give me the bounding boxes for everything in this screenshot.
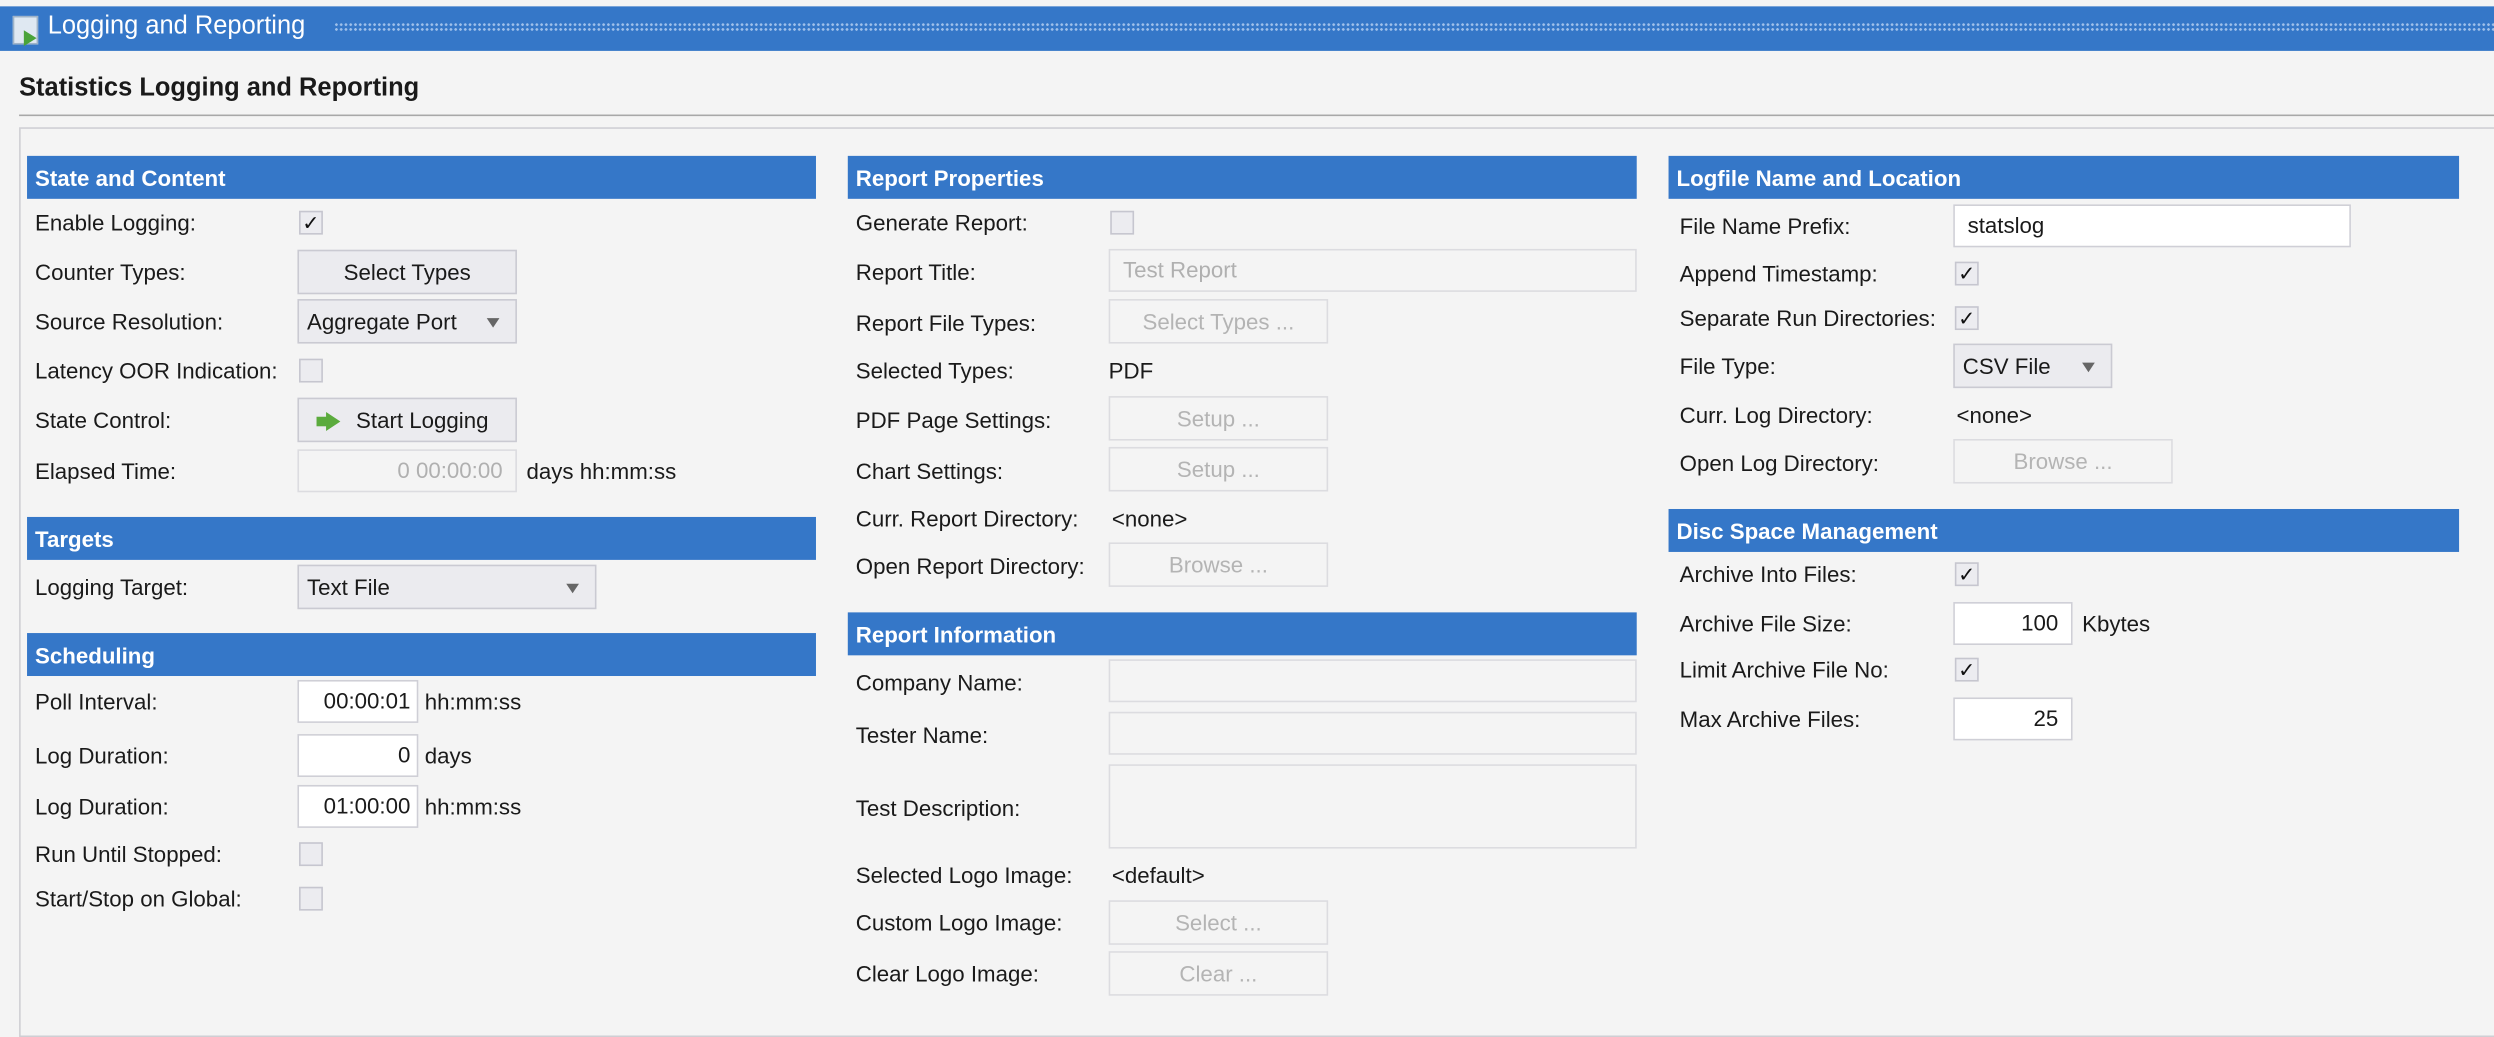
company-name-label: Company Name: bbox=[855, 669, 1023, 696]
start-logging-button[interactable]: Start Logging bbox=[297, 397, 517, 443]
run-until-stopped-label: Run Until Stopped: bbox=[34, 841, 222, 867]
test-description-textarea[interactable] bbox=[1108, 764, 1637, 849]
source-resolution-label: Source Resolution: bbox=[34, 308, 224, 335]
clear-logo-button[interactable]: Clear ... bbox=[1108, 951, 1329, 996]
logging-target-dropdown[interactable]: Text File bbox=[297, 564, 597, 610]
section-report-information: Report Information bbox=[847, 612, 1637, 656]
log-duration-time-label: Log Duration: bbox=[34, 793, 169, 820]
append-timestamp-checkbox[interactable]: ✓ bbox=[1954, 261, 1979, 286]
source-resolution-value: Aggregate Port bbox=[306, 308, 457, 335]
section-scheduling: Scheduling bbox=[27, 633, 816, 677]
source-resolution-dropdown[interactable]: Aggregate Port bbox=[297, 299, 517, 344]
start-logging-label: Start Logging bbox=[356, 407, 489, 433]
archive-into-files-label: Archive Into Files: bbox=[1679, 561, 1857, 587]
pdf-setup-button[interactable]: Setup ... bbox=[1108, 396, 1329, 441]
file-type-value: CSV File bbox=[1962, 353, 2051, 379]
report-file-types-label: Report File Types: bbox=[855, 310, 1037, 336]
file-type-dropdown[interactable]: CSV File bbox=[1953, 343, 2113, 389]
run-until-stopped-checkbox[interactable] bbox=[299, 842, 323, 867]
logging-reporting-window: Logging and Reporting Statistics Logging… bbox=[0, 0, 2494, 1037]
archive-file-size-input[interactable]: 100 bbox=[1953, 602, 2073, 645]
clear-logo-label: Clear Logo Image: bbox=[855, 960, 1039, 987]
poll-interval-label: Poll Interval: bbox=[34, 688, 158, 715]
file-name-prefix-label: File Name Prefix: bbox=[1679, 213, 1851, 239]
counter-types-label: Counter Types: bbox=[34, 259, 186, 285]
append-timestamp-label: Append Timestamp: bbox=[1679, 260, 1878, 287]
section-state-content: State and Content bbox=[27, 155, 816, 199]
log-duration-time-input[interactable]: 01:00:00 bbox=[297, 784, 419, 828]
chart-settings-label: Chart Settings: bbox=[855, 458, 1004, 484]
file-type-label: File Type: bbox=[1679, 353, 1776, 379]
arrow-right-icon bbox=[316, 412, 341, 432]
enable-logging-label: Enable Logging: bbox=[34, 209, 196, 236]
elapsed-time-field: 0 00:00:00 bbox=[297, 449, 517, 493]
tester-name-input[interactable] bbox=[1108, 711, 1637, 755]
title-grip bbox=[334, 22, 2494, 32]
selected-types-label: Selected Types: bbox=[855, 357, 1014, 384]
chevron-down-icon bbox=[2082, 362, 2095, 373]
elapsed-time-unit: days hh:mm:ss bbox=[526, 458, 677, 484]
select-types-button[interactable]: Select Types bbox=[297, 249, 517, 295]
pdf-page-settings-label: PDF Page Settings: bbox=[855, 407, 1052, 433]
chevron-down-icon bbox=[566, 583, 579, 594]
report-select-types-button[interactable]: Select Types ... bbox=[1108, 299, 1329, 344]
report-title-label: Report Title: bbox=[855, 259, 976, 285]
latency-oor-checkbox[interactable] bbox=[299, 358, 323, 383]
log-duration-days-unit: days bbox=[424, 742, 472, 769]
limit-archive-checkbox[interactable]: ✓ bbox=[1954, 657, 1979, 682]
curr-log-dir-value: <none> bbox=[1956, 402, 2032, 428]
window-title: Logging and Reporting bbox=[47, 12, 306, 40]
title-bar: Logging and Reporting bbox=[0, 6, 2494, 51]
max-archive-files-input[interactable]: 25 bbox=[1953, 697, 2073, 741]
page-title: Statistics Logging and Reporting bbox=[19, 74, 420, 102]
tester-name-label: Tester Name: bbox=[855, 722, 989, 748]
enable-logging-checkbox[interactable]: ✓ bbox=[299, 210, 323, 235]
generate-report-label: Generate Report: bbox=[855, 209, 1028, 236]
start-stop-global-label: Start/Stop on Global: bbox=[34, 885, 242, 912]
divider bbox=[19, 114, 2494, 117]
test-description-label: Test Description: bbox=[855, 795, 1021, 821]
limit-archive-label: Limit Archive File No: bbox=[1679, 656, 1889, 683]
custom-logo-label: Custom Logo Image: bbox=[855, 909, 1063, 936]
section-targets: Targets bbox=[27, 516, 816, 560]
chevron-down-icon bbox=[486, 318, 500, 328]
archive-file-size-label: Archive File Size: bbox=[1679, 610, 1852, 637]
curr-report-dir-label: Curr. Report Directory: bbox=[855, 505, 1079, 532]
file-name-prefix-input[interactable]: statslog bbox=[1953, 204, 2351, 248]
selected-logo-label: Selected Logo Image: bbox=[855, 862, 1073, 888]
log-duration-days-label: Log Duration: bbox=[34, 742, 169, 769]
max-archive-files-label: Max Archive Files: bbox=[1679, 706, 1861, 732]
section-logfile-name-location: Logfile Name and Location bbox=[1668, 155, 2460, 199]
latency-oor-label: Latency OOR Indication: bbox=[34, 357, 278, 384]
log-duration-time-unit: hh:mm:ss bbox=[424, 793, 522, 820]
elapsed-time-label: Elapsed Time: bbox=[34, 458, 177, 484]
logging-target-label: Logging Target: bbox=[34, 574, 189, 600]
poll-interval-unit: hh:mm:ss bbox=[424, 688, 522, 715]
report-title-input[interactable]: Test Report bbox=[1108, 248, 1637, 292]
state-control-label: State Control: bbox=[34, 407, 172, 433]
open-log-dir-label: Open Log Directory: bbox=[1679, 450, 1879, 476]
custom-logo-select-button[interactable]: Select ... bbox=[1108, 900, 1329, 945]
generate-report-checkbox[interactable] bbox=[1110, 210, 1135, 235]
section-disc-space: Disc Space Management bbox=[1668, 508, 2460, 552]
poll-interval-input[interactable]: 00:00:01 bbox=[297, 679, 419, 723]
selected-logo-value: <default> bbox=[1111, 862, 1205, 888]
report-browse-button[interactable]: Browse ... bbox=[1108, 542, 1329, 587]
company-name-input[interactable] bbox=[1108, 659, 1637, 703]
logging-target-value: Text File bbox=[306, 574, 390, 600]
selected-types-value: PDF bbox=[1108, 357, 1154, 384]
logging-report-icon bbox=[12, 15, 39, 47]
separate-run-dirs-checkbox[interactable]: ✓ bbox=[1954, 306, 1979, 331]
curr-report-dir-value: <none> bbox=[1111, 505, 1188, 532]
archive-into-files-checkbox[interactable]: ✓ bbox=[1954, 562, 1979, 587]
log-duration-days-input[interactable]: 0 bbox=[297, 734, 419, 778]
separate-run-dirs-label: Separate Run Directories: bbox=[1679, 305, 1936, 331]
chart-setup-button[interactable]: Setup ... bbox=[1108, 446, 1329, 492]
log-browse-button[interactable]: Browse ... bbox=[1953, 439, 2173, 484]
archive-file-size-unit: Kbytes bbox=[2082, 610, 2151, 637]
section-report-properties: Report Properties bbox=[847, 155, 1637, 199]
start-stop-global-checkbox[interactable] bbox=[299, 886, 323, 911]
curr-log-dir-label: Curr. Log Directory: bbox=[1679, 402, 1873, 428]
open-report-dir-label: Open Report Directory: bbox=[855, 553, 1085, 579]
